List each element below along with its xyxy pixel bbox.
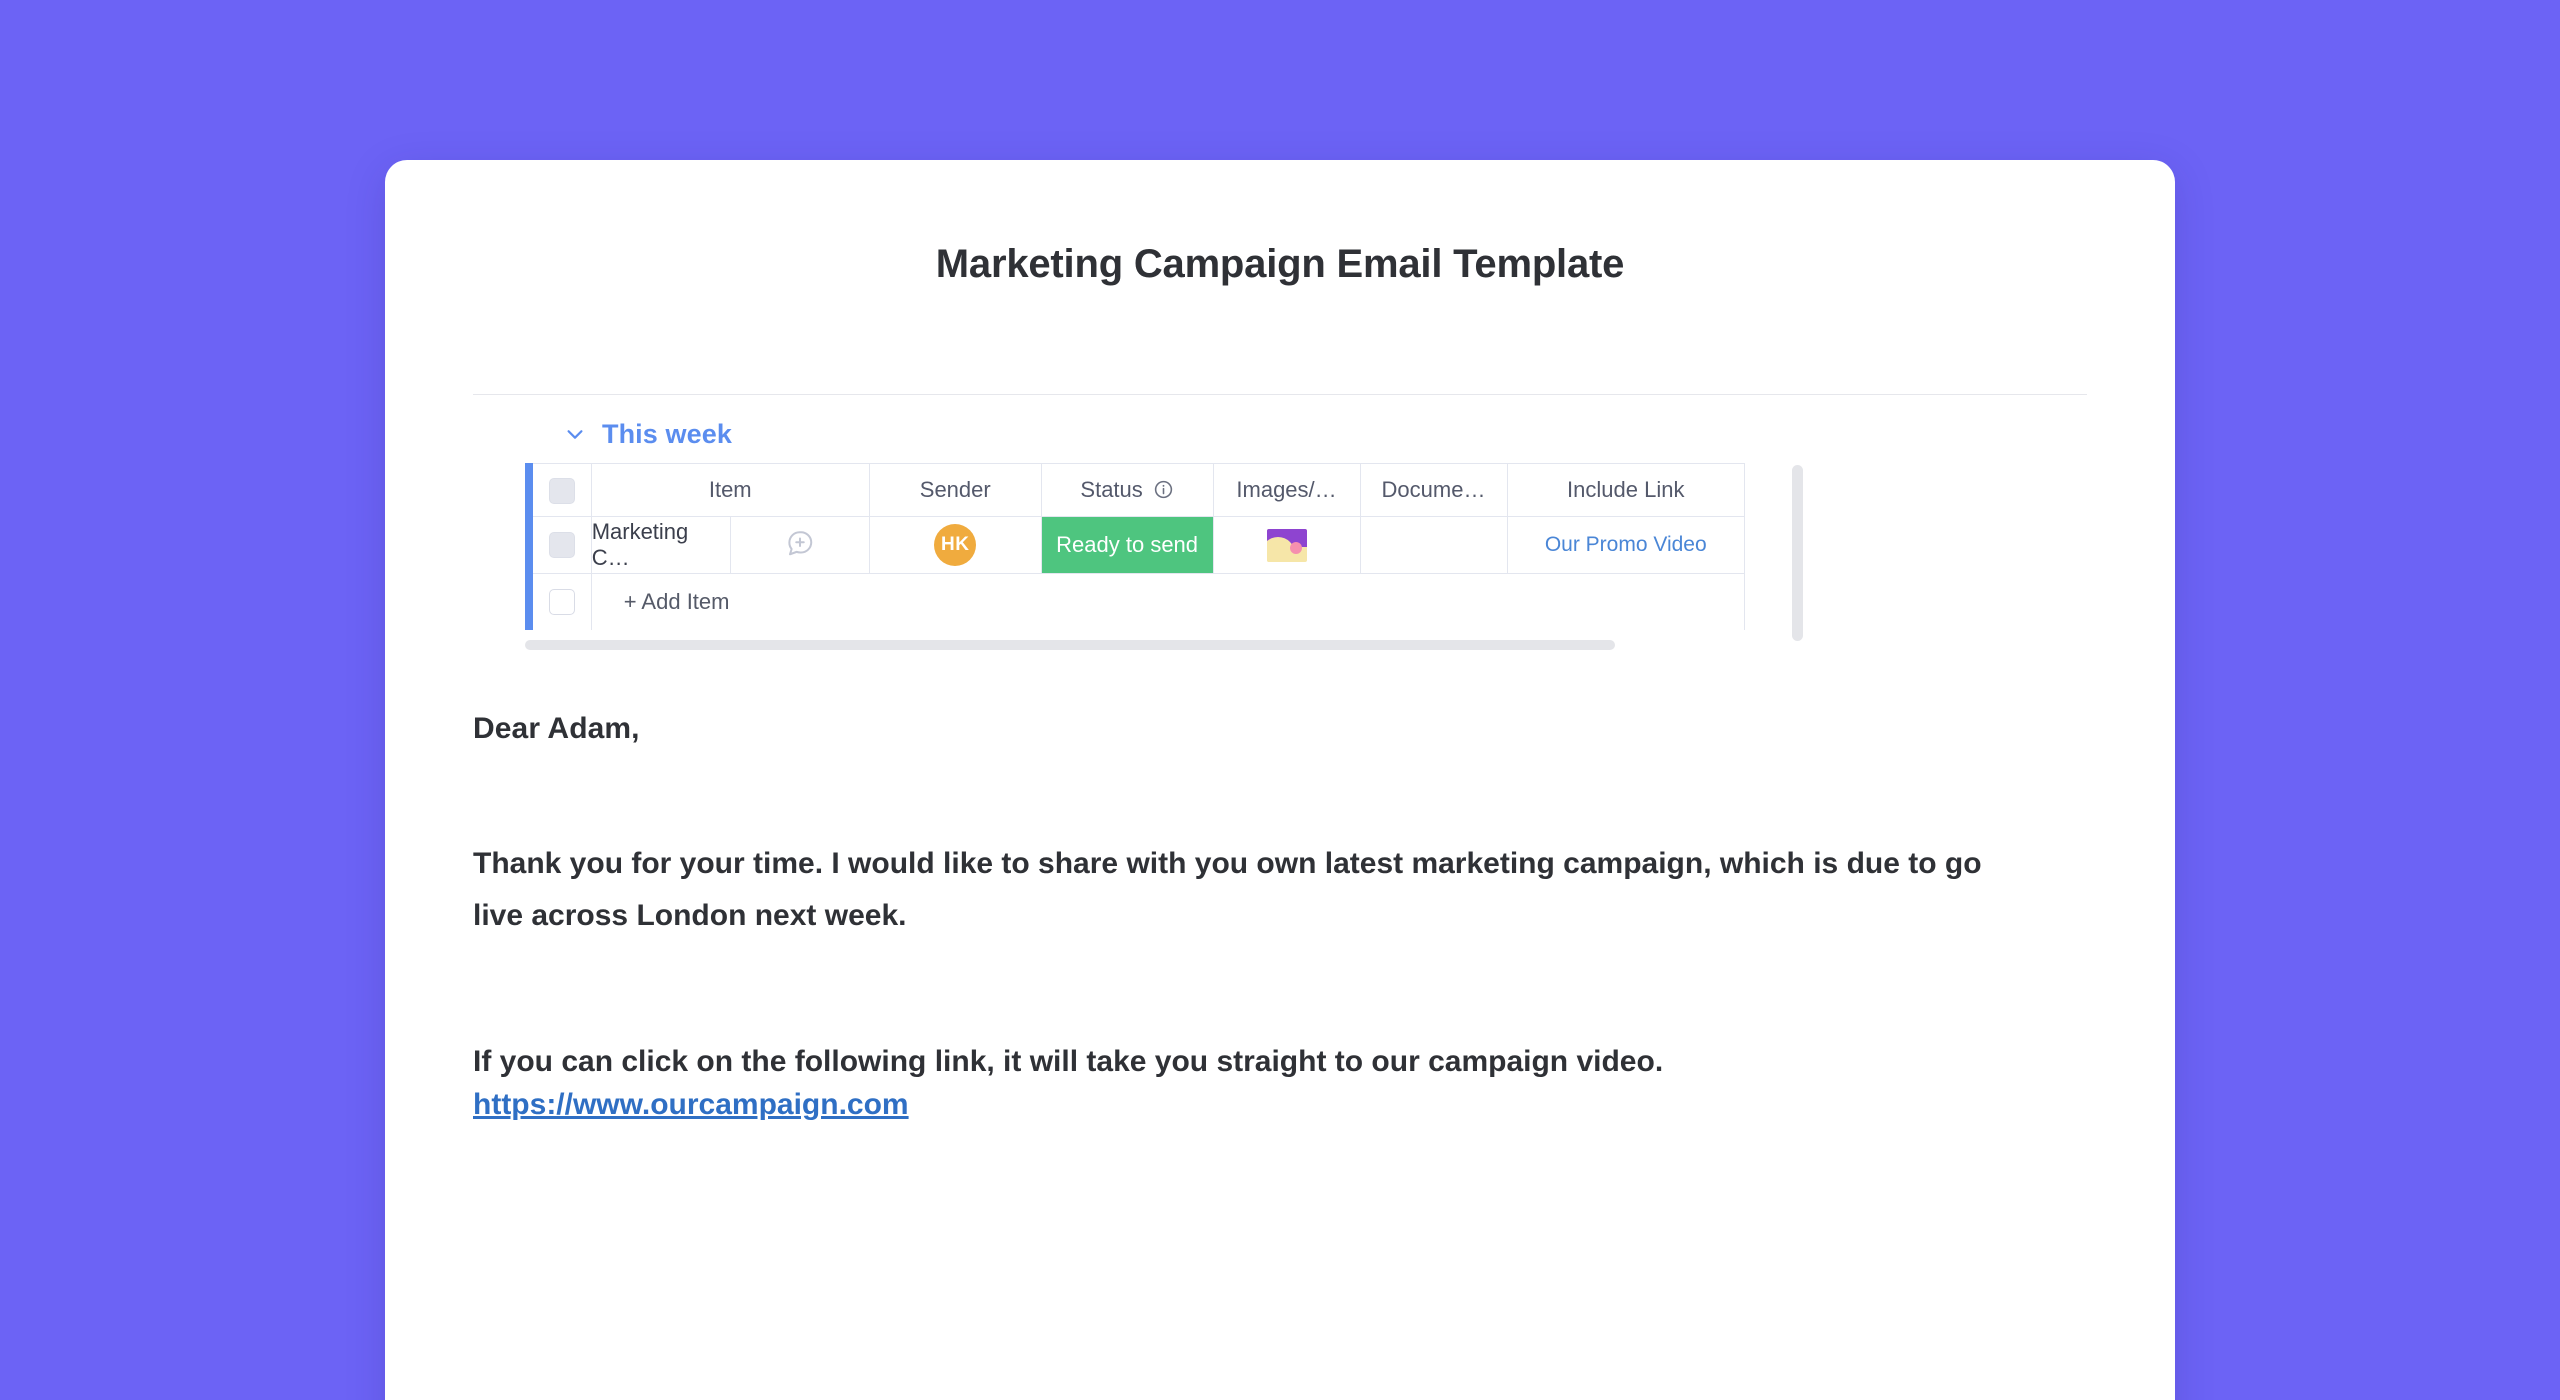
email-paragraph-1: Thank you for your time. I would like to… <box>473 847 1982 932</box>
board-table-body: Marketing C… HK Ready to send Our Promo … <box>525 517 1745 630</box>
row-select-cell[interactable] <box>532 517 592 574</box>
campaign-url-link[interactable]: https://www.ourcampaign.com <box>473 1088 909 1122</box>
column-header-sender[interactable]: Sender <box>869 463 1042 517</box>
cell-comments[interactable] <box>730 517 870 574</box>
add-row-select-cell[interactable] <box>533 574 592 630</box>
board-table: Item Sender Status Images/… Docume… Incl… <box>525 463 1745 630</box>
column-header-include-link[interactable]: Include Link <box>1507 463 1745 517</box>
board-widget: This week Item Sender Status Images/… Do… <box>385 394 2175 650</box>
table-row[interactable]: Marketing C… HK Ready to send Our Promo … <box>525 517 1745 574</box>
image-thumbnail-icon[interactable] <box>1266 528 1307 562</box>
cell-item[interactable]: Marketing C… <box>591 517 731 574</box>
add-comment-icon[interactable] <box>785 528 815 558</box>
cell-documents[interactable] <box>1360 517 1508 574</box>
add-row-checkbox[interactable] <box>548 589 575 615</box>
email-body: Dear Adam, Thank you for your time. I wo… <box>385 712 2175 1122</box>
board-scroll-area: Item Sender Status Images/… Docume… Incl… <box>525 463 1803 650</box>
cell-images[interactable] <box>1213 517 1361 574</box>
board-divider <box>473 394 2087 395</box>
select-all-header[interactable] <box>532 463 592 517</box>
email-salutation: Dear Adam, <box>473 712 640 745</box>
row-accent-bar <box>525 517 533 574</box>
row-checkbox[interactable] <box>548 532 575 558</box>
group-accent-bar <box>525 463 533 517</box>
add-item-row[interactable]: + Add Item <box>525 574 1745 630</box>
chevron-down-icon[interactable] <box>564 423 586 445</box>
add-item-cell[interactable]: + Add Item <box>592 574 1745 630</box>
column-header-images[interactable]: Images/… <box>1213 463 1361 517</box>
add-item-label[interactable]: + Add Item <box>592 589 730 614</box>
board-table-header: Item Sender Status Images/… Docume… Incl… <box>525 463 1745 517</box>
status-badge[interactable]: Ready to send <box>1041 517 1213 573</box>
thumbnail-sun <box>1289 541 1302 554</box>
board-group-header[interactable]: This week <box>473 405 2087 463</box>
column-header-item[interactable]: Item <box>591 463 870 517</box>
board-horizontal-scrollbar[interactable] <box>525 640 1615 650</box>
cell-include-link[interactable]: Our Promo Video <box>1507 517 1745 574</box>
page-title: Marketing Campaign Email Template <box>935 242 1625 286</box>
cell-sender[interactable]: HK <box>869 517 1042 574</box>
page-background: Marketing Campaign Email Template This w… <box>0 0 2560 1400</box>
column-header-status-label: Status <box>1080 477 1143 502</box>
board-vertical-scrollbar[interactable] <box>1792 465 1803 641</box>
avatar[interactable]: HK <box>934 524 977 566</box>
info-icon[interactable] <box>1153 479 1174 500</box>
add-row-accent-bar <box>525 574 533 630</box>
include-link-value[interactable]: Our Promo Video <box>1508 533 1745 557</box>
document-card: Marketing Campaign Email Template This w… <box>385 160 2175 1400</box>
board-group-title[interactable]: This week <box>602 419 732 450</box>
column-header-status[interactable]: Status <box>1041 463 1214 517</box>
select-all-checkbox[interactable] <box>548 477 575 504</box>
cell-status[interactable]: Ready to send <box>1041 517 1214 574</box>
email-paragraph-2: If you can click on the following link, … <box>473 1045 1664 1078</box>
table-header-row: Item Sender Status Images/… Docume… Incl… <box>525 463 1745 517</box>
item-name: Marketing C… <box>591 519 689 570</box>
column-header-documents[interactable]: Docume… <box>1360 463 1508 517</box>
